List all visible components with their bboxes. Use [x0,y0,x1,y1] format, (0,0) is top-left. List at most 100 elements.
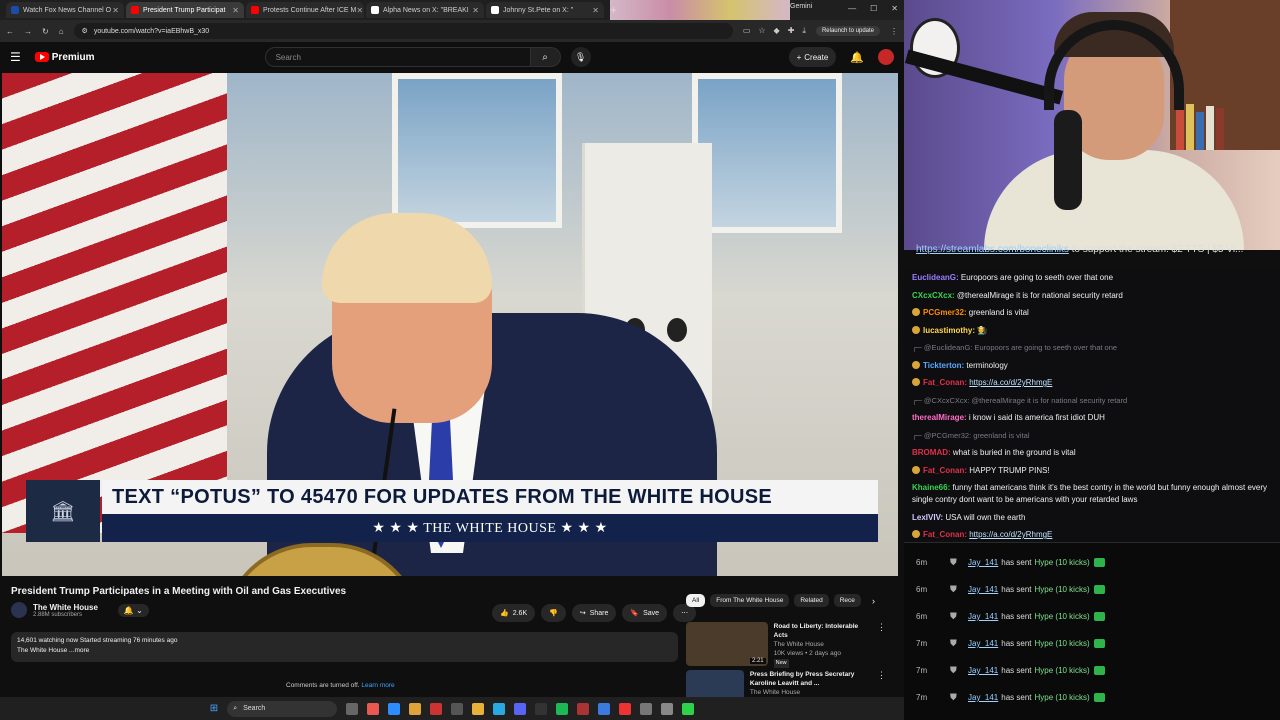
dislike-button[interactable]: 👎 [541,604,566,622]
windows-start-icon[interactable]: ⊞ [210,703,218,714]
event-user[interactable]: Jay_141 [968,639,998,648]
tab-close-icon[interactable]: ✕ [472,6,479,15]
minimize-icon[interactable]: — [848,4,856,13]
close-icon[interactable]: ✕ [891,4,898,13]
save-button[interactable]: 🔖 Save [622,604,668,622]
recommendation-title[interactable]: Press Briefing by Press Secretary Karoli… [750,670,871,688]
video-player[interactable]: 🏛 TEXT “POTUS” TO 45470 FOR UPDATES FROM… [2,73,898,576]
subscription-bell-button[interactable]: 🔔 ⌄ [117,603,149,617]
browser-tab[interactable]: Johnny St.Pete on X: " ✕ [486,2,604,18]
relaunch-button[interactable]: Relaunch to update [815,26,880,36]
home-icon[interactable]: ⌂ [59,27,64,36]
spotify-icon[interactable] [556,702,569,715]
chat-username[interactable]: BROMAD: [912,448,951,457]
app-icon[interactable] [619,702,632,715]
event-user[interactable]: Jay_141 [968,693,998,702]
app-icon[interactable] [598,702,611,715]
url-field[interactable]: ⚙ youtube.com/watch?v=iaEBhwB_x30 [73,23,733,39]
tab-close-icon[interactable]: ✕ [112,6,119,15]
reload-icon[interactable]: ↻ [42,27,49,36]
notifications-icon[interactable]: 🔔 [850,51,864,64]
back-icon[interactable]: ← [6,27,14,36]
ticker-link[interactable]: https://streamlabs.com/bonecliniks [916,244,1069,255]
chat-username[interactable]: Khaine66: [912,483,950,492]
share-button[interactable]: ↪ Share [571,604,617,622]
file-explorer-icon[interactable] [472,702,485,715]
maximize-icon[interactable]: ☐ [870,4,877,13]
chat-username[interactable]: PCGmer32: [923,308,967,317]
search-button[interactable]: ⌕ [530,47,561,67]
description-box[interactable]: 14,601 watching now Started streaming 76… [11,632,678,662]
chat-username[interactable]: EuclideanG: [912,273,959,282]
menu-icon[interactable]: ☰ [10,50,21,64]
filter-chip[interactable]: From The White House [710,594,790,607]
share-label: Share [589,609,609,617]
site-info-icon[interactable]: ⚙ [82,27,88,35]
puzzle-icon[interactable]: ✚ [788,26,795,36]
app-icon[interactable] [640,702,653,715]
edge-icon[interactable] [388,702,401,715]
event-user[interactable]: Jay_141 [968,612,998,621]
video-thumbnail[interactable]: 2:21 [686,622,768,666]
downloads-icon[interactable]: ⤓ [802,26,806,36]
kick-coin-icon [1093,585,1105,594]
channel-name[interactable]: The White House [33,603,98,612]
extension-icon[interactable]: ◆ [774,26,780,36]
app-icon[interactable] [661,702,674,715]
chat-username[interactable]: Tickterton: [923,361,964,370]
recommendation-title[interactable]: Road to Liberty: Intolerable Acts [774,622,871,640]
recommended-video[interactable]: 2:21 Road to Liberty: Intolerable Acts The… [686,622,886,668]
learn-more-link[interactable]: Learn more [361,682,394,689]
event-user[interactable]: Jay_141 [968,666,998,675]
tab-close-icon[interactable]: ✕ [592,6,599,15]
browser-tab[interactable]: Protests Continue After ICE M ✕ [246,2,364,18]
forward-icon[interactable]: → [24,27,32,36]
chat-username[interactable]: Fat_Conan: [923,530,967,539]
chat-username[interactable]: LexIVIV: [912,513,943,522]
chrome-icon[interactable] [409,702,422,715]
more-icon[interactable]: ⋮ [877,622,886,668]
chat-link[interactable]: https://a.co/d/2yRhmgE [969,378,1052,387]
chat-username[interactable]: lucastimothy: [923,326,975,335]
event-user[interactable]: Jay_141 [968,558,998,567]
event-row: 6m ⛊ Jay_141 has sent Hype (10 kicks) [904,576,1280,603]
chat-username[interactable]: Fat_Conan: [923,466,967,475]
task-view-icon[interactable] [346,702,359,715]
filter-chip[interactable]: All [686,594,706,607]
chat-link[interactable]: https://a.co/d/2yRhmgE [969,530,1052,539]
app-icon[interactable] [367,702,380,715]
youtube-logo[interactable]: Premium [34,52,95,63]
browser-tab[interactable]: Alpha News on X: "BREAKI ✕ [366,2,484,18]
taskbar-search[interactable]: ⌕ Search [227,700,338,717]
app-icon[interactable] [493,702,506,715]
voice-search-button[interactable]: 🎙 [570,47,591,67]
chevron-right-icon[interactable]: › [872,596,875,606]
avatar[interactable] [878,49,894,65]
like-button[interactable]: 👍 2.6K [492,604,536,622]
chat-username[interactable]: CXcxCXcx: [912,291,955,300]
app-icon[interactable] [430,702,443,715]
app-icon[interactable] [535,702,548,715]
install-icon[interactable]: ▭ [743,26,751,36]
profile-label[interactable]: Gemini [790,3,812,10]
filter-chip[interactable]: Related [794,594,829,607]
channel-avatar[interactable] [11,602,27,618]
event-user[interactable]: Jay_141 [968,585,998,594]
chat-username[interactable]: therealMirage: [912,413,967,422]
chat-username[interactable]: Fat_Conan: [923,378,967,387]
browser-tab[interactable]: President Trump Participat ✕ [126,2,244,18]
reply-text: @EuclideanG: Europoors are going to seet… [923,343,1118,352]
kick-icon[interactable] [682,702,695,715]
search-input[interactable]: Search [264,47,531,67]
create-button[interactable]: + Create [788,47,837,67]
tab-favicon-icon [131,6,139,14]
obs-icon[interactable] [451,702,464,715]
menu-dots-icon[interactable]: ⋮ [890,27,898,36]
app-icon[interactable] [577,702,590,715]
bookmark-star-icon[interactable]: ☆ [758,26,765,36]
tab-close-icon[interactable]: ✕ [232,6,239,15]
browser-tab[interactable]: Watch Fox News Channel O ✕ [6,2,124,18]
discord-icon[interactable] [514,702,527,715]
tab-close-icon[interactable]: ✕ [356,6,363,15]
filter-chip[interactable]: Rece [833,594,861,607]
